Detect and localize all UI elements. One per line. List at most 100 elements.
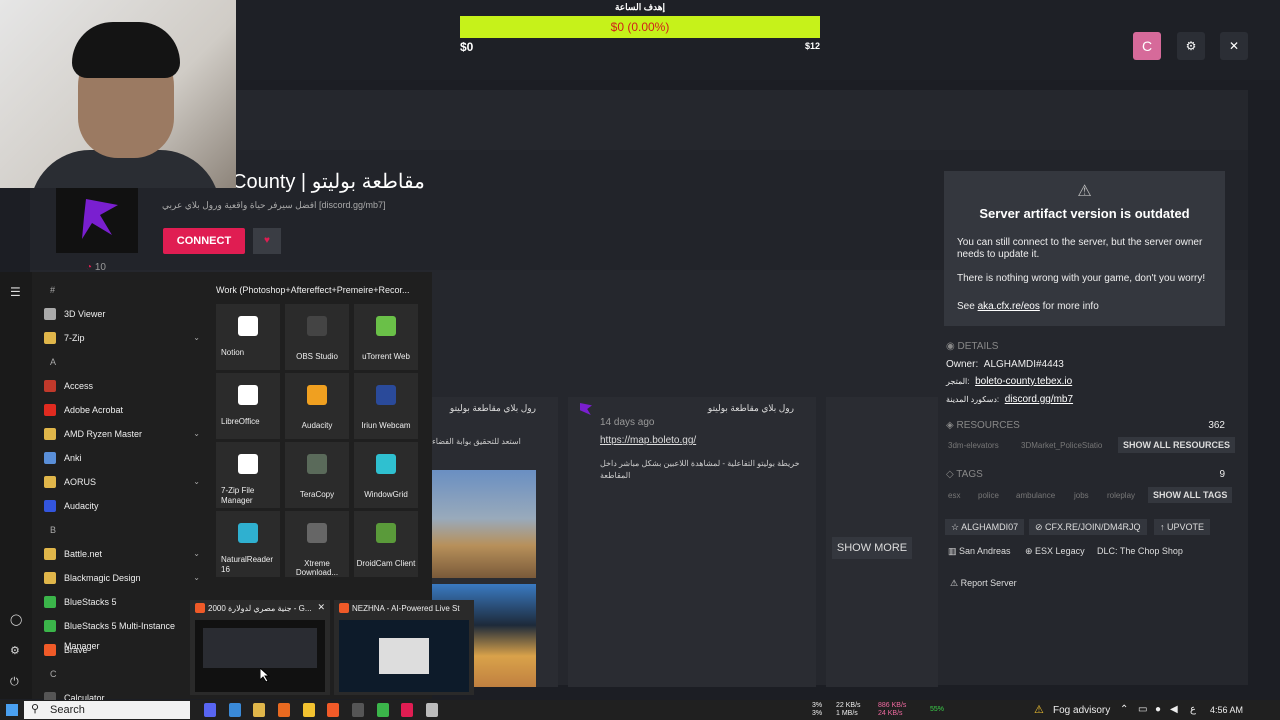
chevron-down-icon[interactable]: ⌄ [193, 472, 200, 492]
chevron-down-icon[interactable]: ⌄ [193, 544, 200, 564]
app-list-letter[interactable]: B [50, 525, 56, 535]
user-icon[interactable]: ◯ [10, 613, 22, 626]
app-list-item[interactable]: Blackmagic Design ⌄ [32, 568, 210, 588]
post-title: رول بلاي مقاطعة بوليتو [707, 403, 794, 413]
app-list-item[interactable]: Anki [32, 448, 210, 468]
start-tile[interactable]: Audacity [285, 373, 349, 439]
hamburger-icon[interactable]: ☰ [10, 285, 21, 299]
join-link-pill[interactable]: ⊘ CFX.RE/JOIN/DM4RJQ [1029, 519, 1147, 535]
app-list-letter[interactable]: # [50, 285, 55, 295]
brave-taskbar-icon[interactable] [327, 703, 339, 717]
tile-icon [376, 316, 396, 336]
language-indicator[interactable]: ع [1190, 704, 1196, 715]
app-list-item[interactable]: Adobe Acrobat [32, 400, 210, 420]
chevron-down-icon[interactable]: ⌄ [193, 568, 200, 588]
cpu-1: 3% [812, 702, 823, 709]
app-list-item[interactable]: Access [32, 376, 210, 396]
app-list-item[interactable]: 7-Zip ⌄ [32, 328, 210, 348]
app-list-item[interactable]: BlueStacks 5 [32, 592, 210, 612]
chrome-icon[interactable] [303, 703, 315, 717]
power-icon[interactable]: ⏻ [10, 676, 19, 689]
store-link[interactable]: boleto-county.tebex.io [975, 376, 1072, 387]
file-explorer-icon[interactable] [253, 703, 265, 717]
close-icon[interactable]: ✕ [317, 602, 325, 613]
taskbar-search-input[interactable]: Search [24, 701, 190, 719]
eos-link[interactable]: aka.cfx.re/eos [978, 301, 1040, 312]
owner-pill[interactable]: ☆ ALGHAMDI07 [945, 519, 1025, 535]
firefox-icon[interactable] [278, 703, 290, 717]
settings-gear-icon[interactable]: ⚙ [10, 644, 20, 657]
chevron-down-icon[interactable]: ⌄ [193, 424, 200, 444]
resources-heading-text: RESOURCES [956, 420, 1020, 431]
app-icon [44, 428, 56, 440]
chevron-up-icon[interactable]: ⌃ [1120, 704, 1128, 715]
start-tile[interactable]: NaturalReader 16 [216, 511, 280, 577]
upvote-button[interactable]: ↑ UPVOTE [1154, 519, 1211, 535]
show-all-tags-button[interactable]: SHOW ALL TAGS [1148, 487, 1233, 503]
goal-min: $0 [460, 40, 474, 54]
weather-text[interactable]: Fog advisory [1053, 705, 1110, 716]
clock[interactable]: 4:56 AM [1210, 705, 1243, 715]
app-list-item[interactable]: Audacity [32, 496, 210, 516]
connect-button[interactable]: CONNECT [163, 228, 245, 254]
app-list-item[interactable]: AMD Ryzen Master ⌄ [32, 424, 210, 444]
mic-icon[interactable]: ● [1155, 704, 1161, 715]
user-avatar-button[interactable]: C [1133, 32, 1161, 60]
tile-label: DroidCam Client [356, 559, 416, 568]
post-body: خريطة بوليتو التفاعلية - لمشاهدة اللاعبي… [600, 459, 800, 480]
start-tile[interactable]: Notion [216, 304, 280, 370]
start-tile[interactable]: Iriun Webcam [354, 373, 418, 439]
app-list-item[interactable]: BlueStacks 5 Multi-Instance Manager [32, 616, 210, 651]
close-icon[interactable]: ✕ [1220, 32, 1248, 60]
discord-link[interactable]: discord.gg/mb7 [1005, 394, 1073, 405]
calendar-icon[interactable] [229, 703, 241, 717]
tag-chip: ambulance [1016, 491, 1056, 500]
post-card[interactable]: رول بلاي مقاطعة بوليتو 14 days ago https… [568, 397, 816, 687]
tile-icon [307, 316, 327, 336]
app-list-letter[interactable]: C [50, 669, 57, 679]
settings-icon[interactable]: ⚙ [1177, 32, 1205, 60]
start-tile[interactable]: DroidCam Client [354, 511, 418, 577]
tag-icon: ◇ [946, 469, 957, 480]
app-list-item[interactable]: 3D Viewer [32, 304, 210, 324]
app-list-item[interactable]: Brave [32, 640, 210, 660]
start-tile[interactable]: OBS Studio [285, 304, 349, 370]
tags-count: 9 [1219, 469, 1225, 480]
app-icon [44, 596, 56, 608]
discord-row: دسكورد المدينة: discord.gg/mb7 [946, 394, 1073, 405]
warning-icon: ⚠ [1077, 183, 1092, 200]
start-tile[interactable]: TeraCopy [285, 442, 349, 508]
speaker-icon[interactable]: ◀ [1170, 704, 1178, 715]
tile-icon [238, 316, 258, 336]
app-label: Audacity [64, 501, 99, 511]
chevron-down-icon[interactable]: ⌄ [193, 328, 200, 348]
window-preview[interactable]: NEZHNA - AI-Powered Live Str... [334, 600, 474, 695]
app-list-letter[interactable]: A [50, 357, 56, 367]
show-all-resources-button[interactable]: SHOW ALL RESOURCES [1118, 437, 1236, 453]
start-tile[interactable]: WindowGrid [354, 442, 418, 508]
tile-label: TeraCopy [299, 490, 335, 499]
app-icon[interactable] [401, 703, 413, 717]
app-list-item[interactable]: Battle.net ⌄ [32, 544, 210, 564]
favorite-heart-icon[interactable]: ♥ [253, 228, 281, 254]
start-tile[interactable]: Xtreme Download... [285, 511, 349, 577]
start-tile[interactable]: 7-Zip File Manager [216, 442, 280, 508]
app-list-item[interactable]: AORUS ⌄ [32, 472, 210, 492]
start-tile[interactable]: uTorrent Web [354, 304, 418, 370]
discord-icon[interactable] [204, 703, 216, 717]
tile-icon [307, 385, 327, 405]
obs-icon[interactable] [352, 703, 364, 717]
network-icon[interactable]: ▭ [1138, 704, 1147, 715]
owner-pill-label: ALGHAMDI07 [961, 522, 1019, 532]
windows-start-icon[interactable] [6, 704, 18, 716]
server-logo-icon [580, 403, 592, 415]
bluestacks-icon[interactable] [377, 703, 389, 717]
show-more-button[interactable]: SHOW MORE [832, 537, 912, 559]
mouse-cursor [260, 668, 270, 682]
start-tile[interactable]: LibreOffice [216, 373, 280, 439]
app-icon [44, 404, 56, 416]
net-speed: 22 KB/s 1 MB/s [836, 702, 861, 718]
report-server-link[interactable]: ⚠ Report Server [950, 578, 1017, 589]
app-icon[interactable] [426, 703, 438, 717]
map-link[interactable]: https://map.boleto.gg/ [600, 435, 696, 446]
